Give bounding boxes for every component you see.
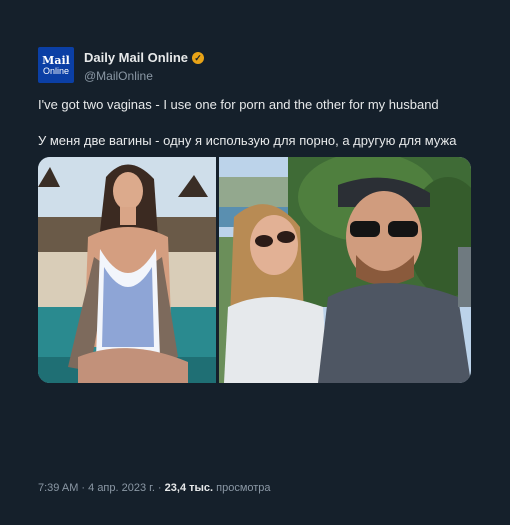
views-count[interactable]: 23,4 тыс. <box>165 482 213 494</box>
author-handle[interactable]: @MailOnline <box>84 69 204 83</box>
author-block: Daily Mail Online ✓ @MailOnline <box>84 50 205 83</box>
tweet-text-english: I've got two vaginas - I use one for por… <box>38 97 439 112</box>
avatar-logo-line2: Online <box>42 65 69 76</box>
avatar[interactable]: Mail Online <box>38 47 74 83</box>
tweet-meta: 7:39 AM · 4 апр. 2023 г. · 23,4 тыс. про… <box>38 482 271 494</box>
views-label: просмотра <box>213 482 271 494</box>
tweet-media[interactable] <box>38 157 471 383</box>
verified-badge-icon: ✓ <box>192 51 205 64</box>
author-name[interactable]: Daily Mail Online <box>84 50 188 65</box>
tweet-text-russian: У меня две вагины - одну я использую для… <box>38 133 457 148</box>
avatar-logo-line1: Mail <box>42 53 70 67</box>
tweet-card: Mail Online Daily Mail Online ✓ @MailOnl… <box>0 0 510 525</box>
photo-left[interactable] <box>38 157 216 383</box>
tweet-time[interactable]: 7:39 AM <box>38 482 78 494</box>
tweet-date[interactable]: 4 апр. 2023 г. <box>88 482 155 494</box>
meta-separator: · <box>154 482 165 494</box>
author-name-row[interactable]: Daily Mail Online ✓ <box>84 50 205 65</box>
photo-right[interactable] <box>219 157 471 383</box>
meta-separator: · <box>78 482 89 494</box>
